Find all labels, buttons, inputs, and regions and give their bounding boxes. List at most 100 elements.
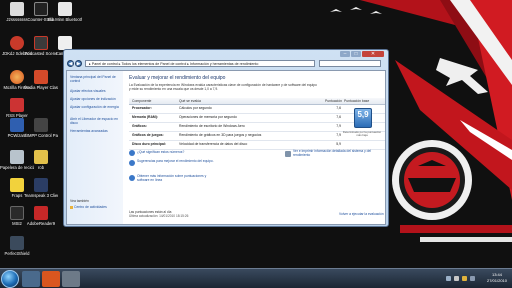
fraps-icon <box>10 178 24 192</box>
flag-icon <box>70 205 73 209</box>
performance-window: – □ ✕ ◀ ▶ ▸ Panel de control ▸ Todos los… <box>63 49 389 227</box>
rerun-assessment-link[interactable]: Volver a ejecutar la evaluación <box>339 212 384 216</box>
row-what: Velocidad de transferencia de datos del … <box>179 142 248 146</box>
desktop-icon[interactable]: Teamspeak 3 Client <box>24 178 58 198</box>
document-icon <box>58 36 72 50</box>
desktop-icon-label: AdobeReader9 <box>26 221 56 226</box>
teamspeak-icon <box>34 178 48 192</box>
help-icon <box>129 150 135 156</box>
tips-icon <box>129 160 135 166</box>
podcast-icon <box>34 36 48 50</box>
row-component: Memoria (RAM): <box>132 115 158 119</box>
firefox-taskbar-icon[interactable] <box>42 271 60 287</box>
desktop-icon-label: Media Player Classic - Ho... <box>24 85 58 90</box>
shield-icon <box>10 236 24 250</box>
desktop-icon-label: rob <box>37 165 45 170</box>
app-icon <box>10 2 24 16</box>
adobe-reader-icon <box>34 206 48 220</box>
desktop-icon-label: Bib.Minn Bluetooth <box>48 17 82 22</box>
counter-strike-icon <box>34 2 48 16</box>
title-bar[interactable]: – □ ✕ <box>64 50 388 58</box>
base-score-caption: Determinado por la puntuación más baja <box>342 130 382 138</box>
intro-text: La Evaluación de la experiencia en Windo… <box>129 83 317 91</box>
left-link-power[interactable]: Ajustar configuración de energía <box>70 105 122 109</box>
network-icon[interactable] <box>446 276 451 281</box>
printer-icon <box>285 151 291 157</box>
row-what: Rendimiento de gráficos en 3D para juego… <box>179 133 262 137</box>
content-area: Ventana principal del Panel de control A… <box>66 70 386 225</box>
left-link-advanced-tools[interactable]: Herramientas avanzadas <box>70 129 122 133</box>
desktop-icon-label: PerfectShield <box>4 251 30 256</box>
desktop-icon[interactable]: PerfectShield <box>0 236 34 256</box>
software-link[interactable]: Obtener más información sobre puntuacion… <box>137 174 207 183</box>
table-row: Procesador: Cálculos por segundo 7,6 <box>129 105 385 114</box>
row-component: Disco duro principal: <box>132 142 166 146</box>
msi-icon <box>10 206 24 220</box>
media-player-icon <box>34 70 48 84</box>
minimize-button[interactable]: – <box>340 51 350 57</box>
row-component: Gráficos de juegos: <box>132 133 164 137</box>
app-icon <box>10 36 24 50</box>
col-score: Puntuación <box>325 99 342 103</box>
col-base-score: Puntuación base <box>344 99 370 103</box>
tray-arrow-icon[interactable] <box>470 276 475 281</box>
row-score: 7,9 <box>336 124 341 128</box>
see-also-label: Centro de actividades <box>74 205 107 209</box>
col-component: Componente <box>132 99 152 103</box>
row-what: Rendimiento de escritorio de Windows Aer… <box>179 124 245 128</box>
clock-date: 27/01/2010 <box>486 278 508 283</box>
desktop-icon[interactable]: Media Player Classic - Ho... <box>24 70 58 90</box>
row-component: Gráficos: <box>132 124 147 128</box>
maximize-button[interactable]: □ <box>351 51 361 57</box>
desktop-icon[interactable]: rob <box>24 150 58 170</box>
forward-button[interactable]: ▶ <box>75 60 82 67</box>
flag-icon[interactable] <box>462 276 467 281</box>
explorer-taskbar-icon[interactable] <box>62 271 80 287</box>
row-score: 5,9 <box>336 142 341 146</box>
meaning-link[interactable]: ¿Qué significan estos números? <box>137 150 227 155</box>
close-button[interactable]: ✕ <box>362 51 384 57</box>
desktop-icon[interactable]: SIMPP Control Panel <box>24 118 58 138</box>
start-button[interactable] <box>1 270 19 288</box>
desktop-icon[interactable]: RSS Player <box>0 98 34 118</box>
print-details-link[interactable]: Ver e imprimir información detallada del… <box>293 149 383 158</box>
volume-icon[interactable] <box>454 276 459 281</box>
ie-taskbar-icon[interactable] <box>22 271 40 287</box>
base-score-badge: 5,9 <box>354 108 372 128</box>
col-what: Qué se evalúa <box>179 99 201 103</box>
bluetooth-icon <box>58 2 72 16</box>
player-icon <box>10 98 24 112</box>
left-link-visual-effects[interactable]: Ajustar efectos visuales <box>70 89 122 93</box>
control-panel-home-link[interactable]: Ventana principal del Panel de control <box>70 75 122 83</box>
left-pane: Ventana principal del Panel de control A… <box>67 71 123 224</box>
left-link-disk-cleanup[interactable]: Abrir el Liberador de espacio en disco <box>70 117 122 125</box>
page-title: Evaluar y mejorar el rendimiento del equ… <box>129 75 226 81</box>
desktop-icon-label: SIMPP Control Panel <box>24 133 58 138</box>
see-also-action-center[interactable]: Centro de actividades <box>70 205 122 209</box>
row-what: Operaciones de memoria por segundo <box>179 115 237 119</box>
address-row: ◀ ▶ ▸ Panel de control ▸ Todos los eleme… <box>67 60 385 68</box>
taskbar: 13:44 27/01/2010 <box>0 268 512 288</box>
firefox-icon <box>10 70 24 84</box>
address-bar[interactable]: ▸ Panel de control ▸ Todos los elementos… <box>85 60 315 67</box>
score-table: Componente Qué se evalúa Puntuación Punt… <box>129 98 385 150</box>
row-what: Cálculos por segundo <box>179 106 212 110</box>
tips-link[interactable]: Sugerencias para mejorar el rendimiento … <box>137 159 227 164</box>
clock[interactable]: 13:44 27/01/2010 <box>484 272 510 284</box>
main-pane: Evaluar y mejorar el rendimiento del equ… <box>129 71 385 224</box>
search-input[interactable] <box>319 60 381 67</box>
last-updated-text: Última actualización: 14/01/2010 18:15:2… <box>129 214 189 218</box>
left-link-indexing[interactable]: Ajustar opciones de indización <box>70 97 122 101</box>
see-also-heading: Vea también <box>70 199 89 203</box>
table-header: Componente Qué se evalúa Puntuación Punt… <box>129 98 385 105</box>
desktop-icon[interactable]: AdobeReader9 <box>24 206 58 226</box>
back-button[interactable]: ◀ <box>67 60 74 67</box>
row-component: Procesador: <box>132 106 152 110</box>
desktop-icon[interactable]: Bib.Minn Bluetooth <box>48 2 82 22</box>
control-panel-icon <box>34 118 48 132</box>
row-score: 7,6 <box>336 106 341 110</box>
base-score-value: 5,9 <box>357 110 369 119</box>
row-score: 7,6 <box>336 115 341 119</box>
desktop-icon-label: Teamspeak 3 Client <box>24 193 58 198</box>
pcwizard-icon <box>10 118 24 132</box>
